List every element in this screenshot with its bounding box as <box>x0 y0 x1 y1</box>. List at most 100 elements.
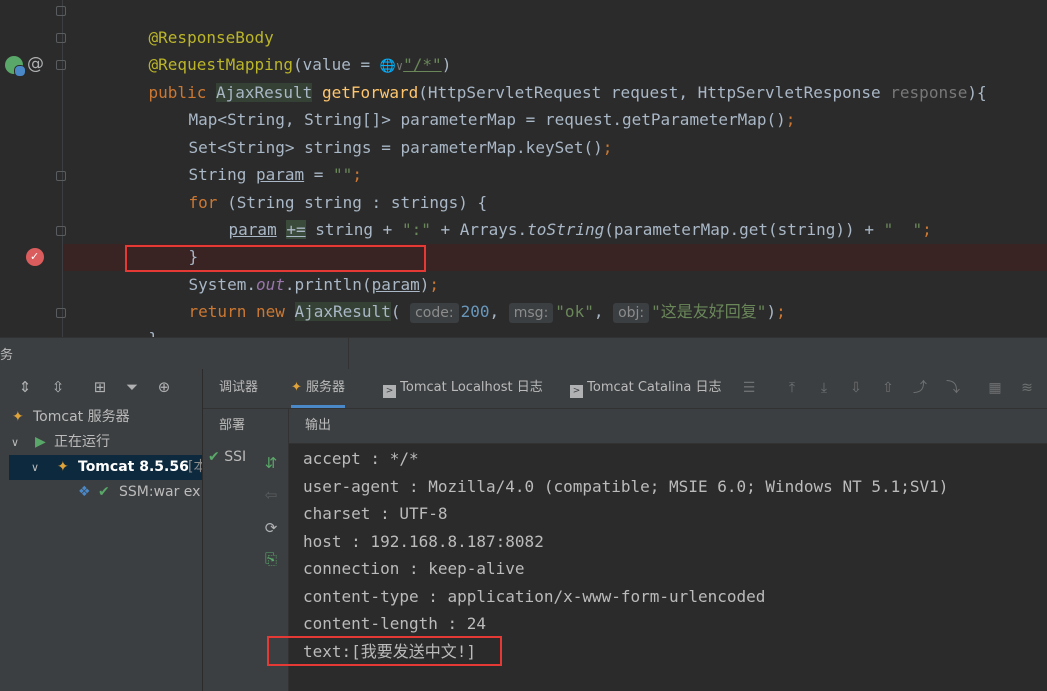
download-icon[interactable]: ⤓ <box>815 379 833 397</box>
tree-item-running[interactable]: ∨ ▶ 正在运行 <box>0 430 202 455</box>
code-line-6: String param = ""; <box>110 134 362 184</box>
code-token: (parameterMap.get(string)) + <box>604 220 884 239</box>
code-token: , <box>489 302 509 321</box>
header-divider <box>348 338 349 370</box>
static-method: toString <box>527 220 605 239</box>
refresh-icon[interactable]: ⟳ <box>261 518 281 538</box>
code-line-5: Set<String> strings = parameterMap.keySe… <box>110 107 613 157</box>
string-literal: "这是友好回复" <box>651 302 767 321</box>
gutter-divider <box>62 0 63 337</box>
output-header-bar: 输出 <box>289 409 1047 444</box>
code-line-1: @ResponseBody <box>110 0 274 47</box>
output-line: content-length : 24 <box>303 614 487 633</box>
keyword-return-new: return new <box>188 302 295 321</box>
deploy-header: 部署 <box>219 418 246 433</box>
output-line: content-type : application/x-www-form-ur… <box>303 587 766 606</box>
highlight-box-println <box>125 245 426 272</box>
fold-marker[interactable] <box>56 33 66 43</box>
output-header: 输出 <box>305 418 332 433</box>
tree-item-tomcat-server[interactable]: ∨ ✦ Tomcat 8.5.56 [本 <box>9 455 202 480</box>
console-icon: > <box>383 385 396 398</box>
scroll-up-icon[interactable]: ⤒ <box>783 379 801 397</box>
deploy-icon[interactable]: ⇵ <box>261 453 281 473</box>
code-editor[interactable]: @ ✓ @ResponseBody @RequestMapping(value … <box>0 0 1047 337</box>
tomcat-icon: ✦ <box>12 409 24 425</box>
variable-param: param <box>228 220 277 239</box>
code-line-11: return new AjaxResult( code: 200, msg: "ok… <box>110 271 786 323</box>
tab-tomcat-localhost-log[interactable]: > Tomcat Localhost 日志 <box>383 369 543 407</box>
tab-tomcat-catalina-log[interactable]: > Tomcat Catalina 日志 <box>570 369 722 407</box>
code-token: + Arrays. <box>430 220 528 239</box>
fold-marker[interactable] <box>56 308 66 318</box>
step-out-icon[interactable]: ⤵ <box>944 379 962 397</box>
expand-all-icon[interactable]: ⇕ <box>15 377 35 397</box>
tab-label: Tomcat Localhost 日志 <box>400 380 543 395</box>
code-line-4: Map<String, String[]> parameterMap = req… <box>110 79 796 129</box>
param-hint-msg: msg: <box>508 303 554 323</box>
restore-icon[interactable]: ⤴ <box>911 379 929 397</box>
output-line: user-agent : Mozilla/4.0 (compatible; MS… <box>303 477 949 496</box>
tomcat-icon: ✦ <box>291 380 302 395</box>
upload-icon[interactable]: ⇧ <box>879 379 897 397</box>
unused-param: response <box>890 83 968 102</box>
string-literal: " " <box>883 220 923 239</box>
tab-server[interactable]: ✦ 服务器 <box>291 369 346 408</box>
param-hint-code: code: <box>410 303 459 323</box>
tree-item-tomcat-servers[interactable]: ✦ Tomcat 服务器 <box>0 405 202 430</box>
fold-marker[interactable] <box>56 6 66 16</box>
add-icon[interactable]: ⊕ <box>154 377 174 397</box>
code-token: ; <box>922 220 932 239</box>
services-tree-pane: ⇕ ⇳ ⊞ ⏷ ⊕ ✦ Tomcat 服务器 ∨ ▶ 正在运行 ∨ ✦ Tomc… <box>0 369 203 691</box>
output-pane: 输出 accept : */* user-agent : Mozilla/4.0… <box>267 409 1047 691</box>
constructor-type: AjaxResult <box>294 302 391 321</box>
console-icon: > <box>570 385 583 398</box>
fold-marker[interactable] <box>56 226 66 236</box>
code-line-9: } <box>110 216 199 266</box>
download-alt-icon[interactable]: ⇩ <box>847 379 865 397</box>
group-icon[interactable]: ⊞ <box>90 377 110 397</box>
tab-debugger[interactable]: 调试器 <box>219 369 258 407</box>
tab-label: 服务器 <box>306 380 346 395</box>
web-endpoint-icon <box>14 65 26 77</box>
code-token: } <box>149 329 159 337</box>
fold-marker[interactable] <box>56 171 66 181</box>
code-line-2: @RequestMapping(value = 🌐∨"/*") <box>110 24 452 74</box>
update-icon[interactable]: ⎘ <box>261 549 281 569</box>
table-icon[interactable]: ▦ <box>986 379 1004 397</box>
code-line-7: for (String string : strings) { <box>110 162 488 212</box>
chevron-down-icon[interactable]: ∨ <box>31 455 39 480</box>
code-token: ) <box>766 302 777 321</box>
code-token: ){ <box>967 83 987 102</box>
chevron-down-icon[interactable]: ∨ <box>11 430 19 455</box>
checkmark-icon: ✔ <box>98 484 110 500</box>
highlight-box-output <box>267 636 502 666</box>
tab-label: 调试器 <box>219 380 259 395</box>
code-token: ; <box>776 302 786 321</box>
code-token: ( <box>390 302 411 321</box>
collapse-all-icon[interactable]: ⇳ <box>48 377 68 397</box>
tree-label: Tomcat 服务器 <box>33 409 130 425</box>
filter-icon[interactable]: ⏷ <box>122 377 142 397</box>
panel-title: 务 <box>0 348 14 363</box>
services-panel-header: 务 <box>0 337 1047 370</box>
mapping-at-icon[interactable]: @ <box>27 54 44 74</box>
menu-icon[interactable]: ☰ <box>740 379 758 397</box>
tree-label-suffix: [本 <box>188 459 202 475</box>
run-icon: ▶ <box>35 434 46 450</box>
tree-item-artifact[interactable]: ❖ ✔ SSM:war ex <box>0 480 202 505</box>
output-line: charset : UTF-8 <box>303 504 448 523</box>
output-line: host : 192.168.8.187:8082 <box>303 532 544 551</box>
fold-marker[interactable] <box>56 60 66 70</box>
code-line-12: } <box>110 298 159 337</box>
run-config-icon[interactable] <box>5 56 26 77</box>
settings-icon[interactable]: ≋ <box>1018 379 1036 397</box>
string-literal: ":" <box>401 220 431 239</box>
services-tab-bar: 调试器 ✦ 服务器 > Tomcat Localhost 日志 > Tomcat… <box>203 369 1047 409</box>
undeploy-icon[interactable]: ⇦ <box>261 485 281 505</box>
deploy-item-label: SSI <box>224 449 247 465</box>
param-hint-obj: obj: <box>613 303 650 323</box>
deploy-item[interactable]: ✔ SSI <box>208 449 246 465</box>
breakpoint-icon[interactable]: ✓ <box>26 248 44 266</box>
number-literal: 200 <box>460 302 490 321</box>
